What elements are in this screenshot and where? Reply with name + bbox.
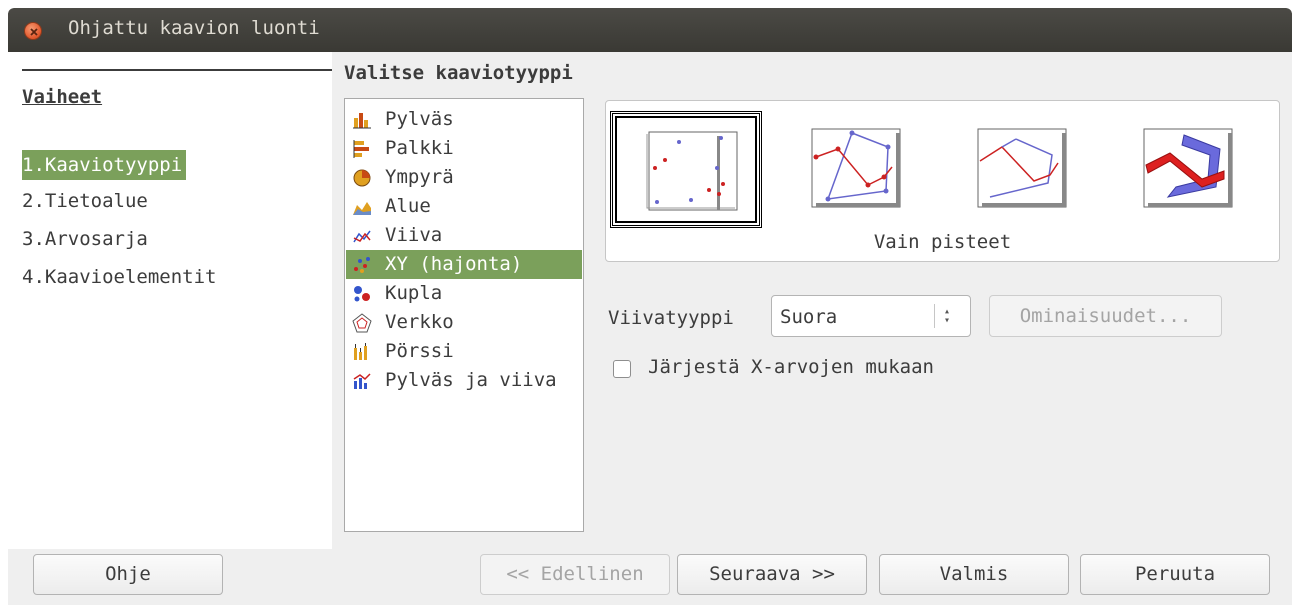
chart-type-label: Ympyrä [385,166,454,188]
steps-heading: Vaiheet [22,86,103,108]
stock-chart-icon [354,343,367,360]
sort-by-x-label: Järjestä X-arvojen mukaan [648,356,934,378]
chart-type-pie[interactable]: Ympyrä [346,163,582,192]
variant-points-and-lines[interactable] [778,111,930,228]
chart-type-xy-scatter[interactable]: XY (hajonta) [346,250,582,279]
variant-lines-only[interactable] [944,111,1096,228]
steps-divider [22,69,332,71]
points-and-lines-icon [811,128,901,208]
chart-type-area[interactable]: Alue [346,192,582,221]
chart-variant-panel: Vain pisteet [605,100,1280,262]
properties-button[interactable]: Ominaisuudet... [989,295,1222,337]
column-chart-icon [353,113,371,129]
title-bar: Ohjattu kaavion luonti [8,8,1292,52]
cancel-button[interactable]: Peruuta [1080,554,1270,595]
line-type-value: Suora [780,306,838,328]
chart-type-label: XY (hajonta) [385,253,523,275]
chart-type-label: Pylväs ja viiva [385,369,557,391]
chart-type-label: Kupla [385,282,443,304]
line-type-select[interactable]: Suora ▴ ▾ [771,295,971,337]
variant-3d-lines[interactable] [1110,111,1262,228]
step-data-range[interactable]: 2.Tietoalue [22,186,152,216]
chart-type-bar[interactable]: Palkki [346,134,582,163]
close-icon [30,28,38,36]
chart-type-stock[interactable]: Pörssi [346,337,582,366]
chart-type-label: Alue [385,195,431,217]
combo-separator [934,304,935,328]
window-title: Ohjattu kaavion luonti [68,17,320,39]
chart-type-line[interactable]: Viiva [346,221,582,250]
3d-lines-icon [1143,128,1233,208]
chart-type-label: Verkko [385,311,454,333]
net-chart-icon [352,313,372,333]
chart-type-list[interactable]: Pylväs Palkki Ympyrä Alue Viiva XY (hajo… [344,98,584,532]
chart-type-column[interactable]: Pylväs [346,105,582,134]
chart-type-label: Pörssi [385,340,454,362]
section-title: Valitse kaaviotyyppi [344,62,573,84]
help-button[interactable]: Ohje [33,554,223,595]
chart-type-label: Viiva [385,224,443,246]
finish-button[interactable]: Valmis [879,554,1069,595]
step-chart-elements[interactable]: 4.Kaavioelementit [22,262,220,292]
spin-arrows-icon: ▴ ▾ [944,306,951,326]
chart-type-net[interactable]: Verkko [346,308,582,337]
variant-label: Vain pisteet [873,231,1012,253]
column-line-chart-icon [353,373,371,389]
area-chart-icon [353,202,371,215]
chart-type-label: Pylväs [385,108,454,130]
line-type-label: Viivatyyppi [608,307,734,329]
points-only-icon [646,131,738,211]
previous-button[interactable]: << Edellinen [480,554,670,595]
pie-chart-icon [353,169,371,187]
line-chart-icon [353,230,371,243]
variant-points-only[interactable] [610,111,762,228]
scatter-chart-icon [354,257,370,273]
step-chart-type[interactable]: 1.Kaaviotyyppi [22,150,187,180]
bubble-chart-icon [354,286,370,302]
lines-only-icon [977,128,1067,208]
sort-by-x-checkbox[interactable] [613,360,631,378]
chart-type-bubble[interactable]: Kupla [346,279,582,308]
close-button[interactable] [24,22,42,40]
chart-type-label: Palkki [385,137,454,159]
next-button[interactable]: Seuraava >> [677,554,867,595]
bar-chart-icon [353,140,369,158]
chart-type-column-line[interactable]: Pylväs ja viiva [346,366,582,395]
step-data-series[interactable]: 3.Arvosarja [22,224,152,254]
steps-panel: Vaiheet 1.Kaaviotyyppi 2.Tietoalue 3.Arv… [8,52,332,549]
chart-wizard-dialog: Ohjattu kaavion luonti Vaiheet 1.Kaaviot… [8,8,1292,605]
